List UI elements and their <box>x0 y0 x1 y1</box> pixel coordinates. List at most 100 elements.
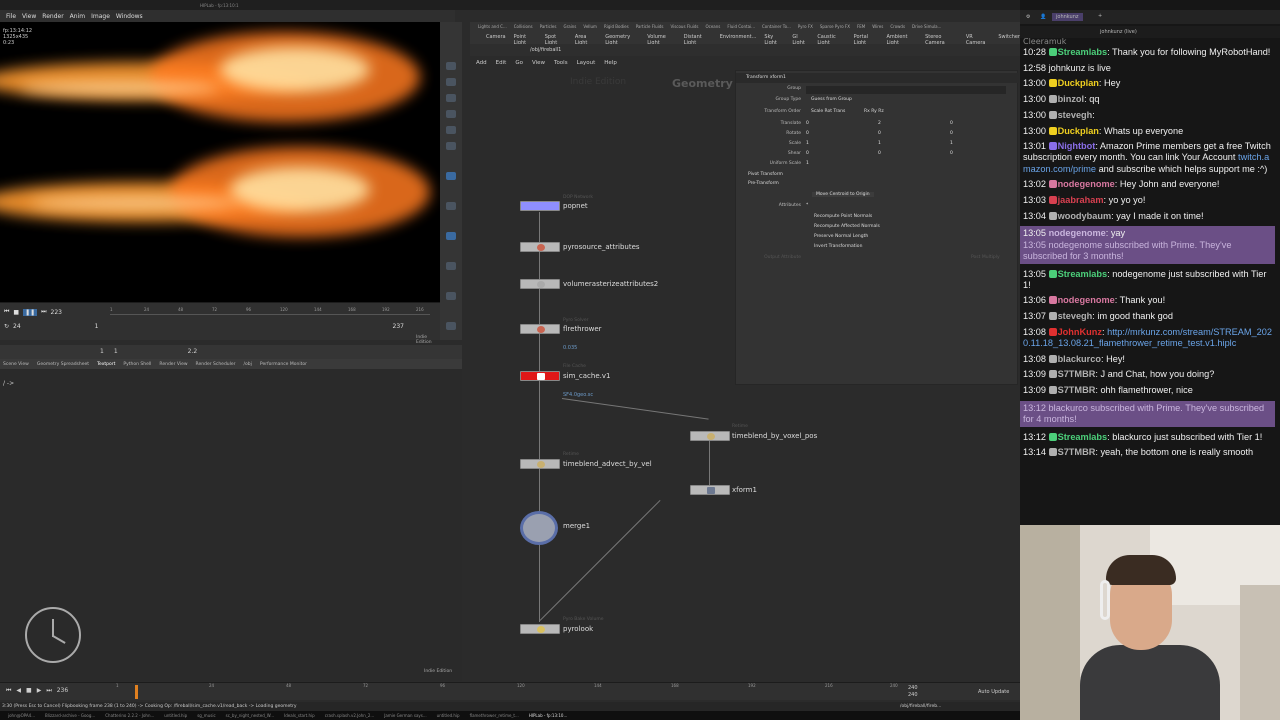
tab-scene-view[interactable]: Scene View <box>3 362 29 367</box>
node-volumerasterizeattributes2[interactable] <box>520 279 560 289</box>
shear-x[interactable]: 0 <box>806 151 809 156</box>
taskbar-item[interactable]: untitled.hip <box>437 713 460 718</box>
shear-y[interactable]: 0 <box>878 151 881 156</box>
timeline-ruler[interactable]: 1 24 48 72 96 120 144 168 192 216 240 <box>116 683 900 691</box>
chat-username[interactable]: Streamlabs <box>1058 432 1108 442</box>
net-menu-go[interactable]: Go <box>515 60 523 66</box>
recompute-affected-normals-check[interactable]: Recompute Affected Normals <box>814 224 880 229</box>
chat-username[interactable]: jaabraham <box>1058 195 1104 205</box>
node-flrethrower[interactable] <box>520 324 560 334</box>
preserve-normal-length-check[interactable]: Preserve Normal Length <box>814 234 868 239</box>
tool-icon[interactable] <box>446 322 456 330</box>
tool-icon[interactable] <box>446 78 456 86</box>
chat-username[interactable]: nodegenome <box>1058 179 1115 189</box>
tool-icon[interactable] <box>446 110 456 118</box>
node-timeblend-advect[interactable] <box>520 459 560 469</box>
current-frame[interactable]: 223 <box>51 309 62 316</box>
chat-username[interactable]: stevegh <box>1058 311 1093 321</box>
rotate-y[interactable]: 0 <box>878 131 881 136</box>
pivot-transform-folder[interactable]: Pivot Transform <box>748 172 783 177</box>
rotate-z[interactable]: 0 <box>950 131 953 136</box>
chat-username[interactable]: nodegenome <box>1049 228 1106 238</box>
play-icon[interactable]: ⏭ <box>41 308 46 316</box>
menu-file[interactable]: File <box>6 13 16 20</box>
net-menu-layout[interactable]: Layout <box>577 60 596 66</box>
shelf-tab[interactable]: Crowds <box>890 24 905 29</box>
scale-y[interactable]: 1 <box>878 141 881 146</box>
shelf-tab[interactable]: Drive Simula... <box>912 24 941 29</box>
chat-tab[interactable]: johnkunz <box>1052 13 1083 21</box>
chat-username[interactable]: Streamlabs <box>1058 47 1108 57</box>
scale-z[interactable]: 1 <box>950 141 953 146</box>
rotate-x[interactable]: 0 <box>806 131 809 136</box>
tab-obj[interactable]: /obj <box>244 362 252 367</box>
viewer-frame-ruler[interactable]: 1 24 48 72 96 120 144 168 192 216 <box>110 307 430 315</box>
frame-field[interactable]: 1 <box>100 348 104 355</box>
tool-icon[interactable] <box>446 262 456 270</box>
node-xform1[interactable] <box>690 485 730 495</box>
net-menu-add[interactable]: Add <box>476 60 487 66</box>
end-frame[interactable]: 237 <box>393 323 404 330</box>
translate-x[interactable]: 0 <box>806 121 809 126</box>
chat-username[interactable]: stevegh <box>1058 110 1093 120</box>
recompute-point-normals-check[interactable]: Recompute Point Normals <box>814 214 872 219</box>
chat-username[interactable]: blackurco <box>1058 354 1101 364</box>
zoom-field[interactable]: 1 <box>114 348 118 355</box>
chat-username[interactable]: Nightbot <box>1058 141 1096 151</box>
invert-transformation-check[interactable]: Invert Transformation <box>814 244 862 249</box>
fps-value[interactable]: 24 <box>13 323 21 330</box>
timeline-current-frame[interactable]: 236 <box>57 687 68 695</box>
stop-icon[interactable]: ■ <box>26 687 32 695</box>
shelf-tab[interactable]: Grains <box>563 24 576 29</box>
tab-render-view[interactable]: Render View <box>159 362 187 367</box>
tool-icon[interactable] <box>446 292 456 300</box>
shelf-tab[interactable]: Viscous Fluids <box>670 24 698 29</box>
flipbook-viewer[interactable] <box>0 22 440 302</box>
chat-username[interactable]: woodybaum <box>1058 211 1112 221</box>
node-sim-cache[interactable] <box>520 371 560 381</box>
shelf-tab[interactable]: Sparse Pyro FX <box>820 24 850 29</box>
gamma-field[interactable]: 2.2 <box>188 348 198 355</box>
shelf-tab[interactable]: Particles <box>540 24 557 29</box>
first-frame-icon[interactable]: ⏮ <box>6 687 11 695</box>
chat-username[interactable]: JohnKunz <box>1058 327 1102 337</box>
chat-username[interactable]: binzol <box>1058 94 1085 104</box>
node-pyrolook[interactable] <box>520 624 560 634</box>
first-frame-icon[interactable]: ⏮ <box>4 308 9 316</box>
shelf-tab[interactable]: Fluid Contai... <box>727 24 755 29</box>
tool-icon[interactable] <box>446 172 456 180</box>
taskbar-item[interactable]: HIPLab - fp:13:10... <box>529 713 567 718</box>
shear-z[interactable]: 0 <box>950 151 953 156</box>
node-popnet[interactable] <box>520 201 560 211</box>
transform-order-select[interactable]: Scale Rot Trans <box>811 109 845 114</box>
shelf-tab[interactable]: Container To... <box>762 24 791 29</box>
net-menu-edit[interactable]: Edit <box>496 60 507 66</box>
menu-anim[interactable]: Anim <box>70 13 85 20</box>
shelf-tab[interactable]: Collisions <box>514 24 533 29</box>
net-menu-help[interactable]: Help <box>604 60 617 66</box>
tab-python-shell[interactable]: Python Shell <box>123 362 151 367</box>
menu-render[interactable]: Render <box>42 13 63 20</box>
chat-username[interactable]: Duckplan <box>1058 78 1099 88</box>
chat-username[interactable]: Streamlabs <box>1058 269 1108 279</box>
chat-username[interactable]: S7TMBR <box>1058 385 1096 395</box>
taskbar-item[interactable]: crash.splash.v2.John_2... <box>325 713 375 718</box>
net-menu-view[interactable]: View <box>532 60 545 66</box>
tool-icon[interactable] <box>446 142 456 150</box>
shelf-tab[interactable]: FEM <box>857 24 865 29</box>
shelf-tab[interactable]: Lights and C... <box>478 24 507 29</box>
timeline-end[interactable]: 240 <box>908 685 918 691</box>
taskbar-item[interactable]: Chatterino 2.2.2 - John... <box>105 713 154 718</box>
shelf-tab[interactable]: Pyro FX <box>798 24 813 29</box>
loop-icon[interactable]: ↻ <box>4 323 9 330</box>
timeline-end[interactable]: 240 <box>908 692 918 698</box>
attributes-field[interactable]: * <box>806 203 808 208</box>
tab-render-scheduler[interactable]: Render Scheduler <box>196 362 236 367</box>
tool-icon[interactable] <box>446 126 456 134</box>
scale-x[interactable]: 1 <box>806 141 809 146</box>
node-merge1[interactable] <box>520 511 558 545</box>
taskbar-item[interactable]: Ideals_start.hip <box>284 713 315 718</box>
chat-username[interactable]: Duckplan <box>1058 126 1099 136</box>
tool-icon[interactable] <box>446 232 456 240</box>
node-pyrosource-attributes[interactable] <box>520 242 560 252</box>
